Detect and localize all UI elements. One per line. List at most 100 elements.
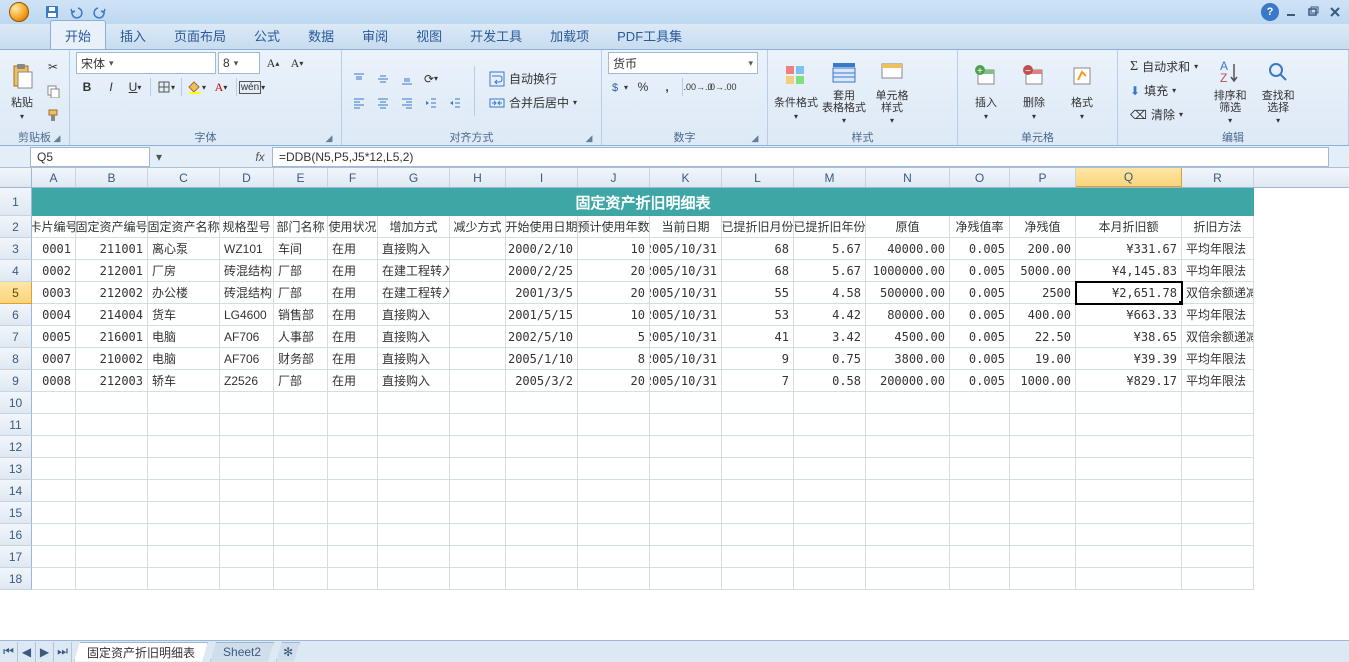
cell[interactable]: 在用 xyxy=(328,326,378,348)
cell[interactable] xyxy=(1010,568,1076,590)
cell[interactable] xyxy=(450,348,506,370)
cell[interactable]: 规格型号 xyxy=(220,216,274,238)
title-cell[interactable]: 固定资产折旧明细表 xyxy=(32,188,1254,216)
cell[interactable]: 2005/1/10 xyxy=(506,348,578,370)
cell[interactable] xyxy=(722,392,794,414)
cell[interactable] xyxy=(1182,524,1254,546)
cell[interactable] xyxy=(378,568,450,590)
cell[interactable]: 2005/10/31 xyxy=(650,326,722,348)
cell[interactable] xyxy=(578,502,650,524)
cell[interactable] xyxy=(148,458,220,480)
cell[interactable] xyxy=(506,392,578,414)
cell[interactable]: 平均年限法 xyxy=(1182,238,1254,260)
decrease-decimal-icon[interactable]: .0→.00 xyxy=(711,76,733,98)
cell[interactable]: AF706 xyxy=(220,348,274,370)
cell[interactable] xyxy=(450,502,506,524)
cell[interactable]: 2005/10/31 xyxy=(650,282,722,304)
cell[interactable]: 开始使用日期 xyxy=(506,216,578,238)
col-header-O[interactable]: O xyxy=(950,168,1010,187)
cell[interactable] xyxy=(794,392,866,414)
launcher-icon[interactable]: ◢ xyxy=(323,133,335,145)
shrink-font-icon[interactable]: A▾ xyxy=(286,52,308,74)
cell[interactable] xyxy=(650,436,722,458)
cell[interactable] xyxy=(722,414,794,436)
cell[interactable]: 0007 xyxy=(32,348,76,370)
cell[interactable] xyxy=(32,546,76,568)
cell[interactable]: 电脑 xyxy=(148,326,220,348)
cell[interactable] xyxy=(950,436,1010,458)
sheet-tab[interactable]: Sheet2 xyxy=(210,642,274,662)
paste-button[interactable]: 粘贴 ▾ xyxy=(6,54,38,128)
cell[interactable] xyxy=(220,524,274,546)
font-name-combo[interactable]: 宋体▾ xyxy=(76,52,216,74)
row-header[interactable]: 13 xyxy=(0,458,32,480)
bold-icon[interactable]: B xyxy=(76,76,98,98)
accounting-format-icon[interactable]: $▾ xyxy=(608,76,630,98)
align-left-icon[interactable] xyxy=(348,92,370,114)
cell[interactable] xyxy=(650,480,722,502)
cell[interactable]: 部门名称 xyxy=(274,216,328,238)
cell[interactable] xyxy=(1182,414,1254,436)
cell[interactable]: 210002 xyxy=(76,348,148,370)
cell[interactable] xyxy=(794,458,866,480)
grow-font-icon[interactable]: A▴ xyxy=(262,52,284,74)
cell[interactable] xyxy=(148,392,220,414)
cell[interactable]: 人事部 xyxy=(274,326,328,348)
row-header[interactable]: 11 xyxy=(0,414,32,436)
cell[interactable] xyxy=(148,414,220,436)
cell[interactable]: 2005/3/2 xyxy=(506,370,578,392)
cell[interactable]: 22.50 xyxy=(1010,326,1076,348)
cell[interactable] xyxy=(328,480,378,502)
tab-审阅[interactable]: 审阅 xyxy=(348,21,402,49)
col-header-N[interactable]: N xyxy=(866,168,950,187)
cell[interactable] xyxy=(450,458,506,480)
row-header[interactable]: 16 xyxy=(0,524,32,546)
cell[interactable]: 216001 xyxy=(76,326,148,348)
cell[interactable]: 0.005 xyxy=(950,370,1010,392)
cell[interactable] xyxy=(378,502,450,524)
cell[interactable] xyxy=(1182,480,1254,502)
cell[interactable] xyxy=(32,392,76,414)
cell[interactable] xyxy=(76,502,148,524)
cell[interactable]: 直接购入 xyxy=(378,304,450,326)
cell[interactable]: 平均年限法 xyxy=(1182,370,1254,392)
align-bottom-icon[interactable] xyxy=(396,68,418,90)
cell[interactable]: 折旧方法 xyxy=(1182,216,1254,238)
merge-center-button[interactable]: 合并后居中▾ xyxy=(483,92,583,114)
font-color-icon[interactable]: A▾ xyxy=(210,76,232,98)
row-header[interactable]: 7 xyxy=(0,326,32,348)
cell[interactable] xyxy=(32,480,76,502)
cell[interactable] xyxy=(220,546,274,568)
cell[interactable]: 厂部 xyxy=(274,370,328,392)
cell[interactable] xyxy=(866,414,950,436)
cell[interactable] xyxy=(650,502,722,524)
cell[interactable]: 直接购入 xyxy=(378,326,450,348)
row-header[interactable]: 10 xyxy=(0,392,32,414)
row-header[interactable]: 1 xyxy=(0,188,32,216)
cell[interactable]: 已提折旧年份 xyxy=(794,216,866,238)
cell[interactable]: 4.42 xyxy=(794,304,866,326)
cell[interactable]: 2000/2/10 xyxy=(506,238,578,260)
cell[interactable] xyxy=(76,546,148,568)
cell[interactable] xyxy=(378,524,450,546)
cell[interactable]: 10 xyxy=(578,304,650,326)
indent-increase-icon[interactable] xyxy=(444,92,466,114)
cell[interactable] xyxy=(76,480,148,502)
cell[interactable]: 9 xyxy=(722,348,794,370)
cell[interactable] xyxy=(1182,546,1254,568)
orientation-icon[interactable]: ⟳▾ xyxy=(420,68,442,90)
cell[interactable]: 20 xyxy=(578,370,650,392)
cell[interactable] xyxy=(328,414,378,436)
cell[interactable]: 0.005 xyxy=(950,282,1010,304)
cell[interactable] xyxy=(274,414,328,436)
row-header[interactable]: 15 xyxy=(0,502,32,524)
sheet-next-icon[interactable]: ▶ xyxy=(36,642,54,662)
tab-公式[interactable]: 公式 xyxy=(240,21,294,49)
cell[interactable] xyxy=(148,480,220,502)
cell[interactable] xyxy=(274,436,328,458)
cell[interactable] xyxy=(866,546,950,568)
cell[interactable]: 0.58 xyxy=(794,370,866,392)
cell[interactable] xyxy=(328,436,378,458)
cell[interactable] xyxy=(328,502,378,524)
cell[interactable] xyxy=(1010,480,1076,502)
